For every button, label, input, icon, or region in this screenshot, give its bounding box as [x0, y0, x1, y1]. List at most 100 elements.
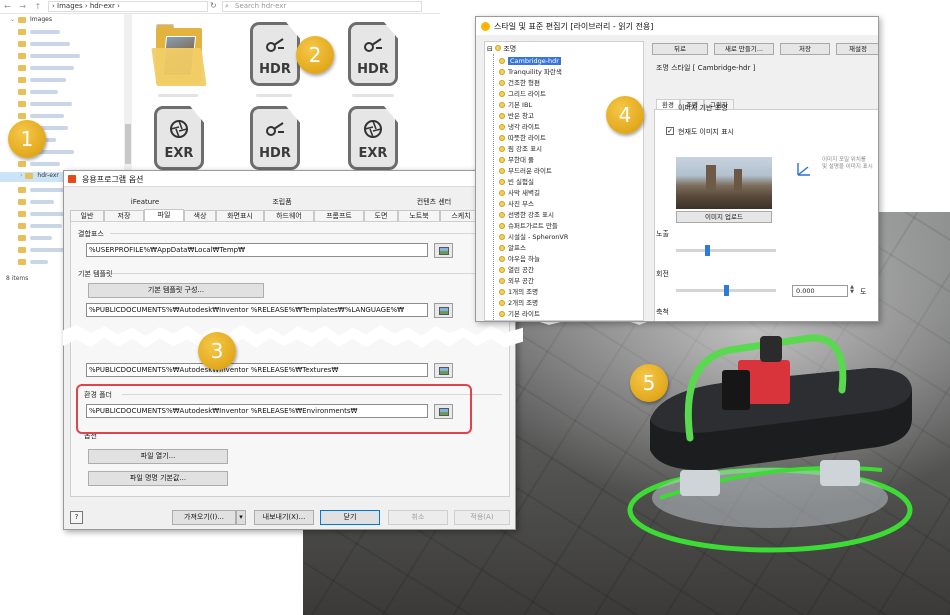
rotation-slider[interactable]: [676, 285, 776, 296]
lighting-style-item[interactable]: 따뜻한 라이트: [499, 133, 546, 143]
tree-item[interactable]: [18, 88, 58, 98]
tree-root-label: 조명: [503, 45, 517, 53]
bulb-icon: [499, 179, 505, 185]
hdr-file-icon[interactable]: HDR: [246, 106, 304, 172]
brightness-slider[interactable]: [676, 245, 776, 256]
rotation-value-field[interactable]: 0.000: [792, 285, 848, 297]
file-naming-defaults-button[interactable]: 파일 명명 기본값...: [88, 471, 228, 486]
tab-file[interactable]: 파일: [144, 209, 184, 221]
bulb-icon: [499, 168, 505, 174]
lighting-style-item[interactable]: 부드러운 라이트: [499, 166, 552, 176]
scrollbar-thumb[interactable]: [125, 124, 131, 164]
lighting-style-item[interactable]: 슈퍼트가르트 만들: [499, 221, 558, 231]
exr-file-icon[interactable]: EXR: [344, 106, 402, 172]
workspace-path-field[interactable]: %USERPROFILE%₩AppData₩Local₩Temp₩: [86, 243, 428, 257]
lighting-style-item[interactable]: Cambridge-hdr: [499, 56, 561, 66]
tree-item[interactable]: [18, 100, 72, 110]
step-marker-1: 1: [8, 120, 46, 158]
tab-general[interactable]: 일반: [70, 210, 104, 221]
tab-save[interactable]: 저장: [104, 210, 144, 221]
chevron-right-icon[interactable]: ›: [20, 172, 22, 179]
collapse-icon[interactable]: ⊟: [487, 45, 493, 53]
search-icon: ⌕: [225, 2, 229, 10]
lighting-style-item[interactable]: 사진 부스: [499, 199, 534, 209]
browse-folder-button[interactable]: [434, 243, 453, 258]
hdr-file-icon[interactable]: HDR: [344, 22, 402, 88]
lighting-style-item[interactable]: Tranquility 파란색: [499, 67, 562, 77]
tab-notebook[interactable]: 노트북: [398, 210, 440, 221]
tree-item[interactable]: [18, 258, 48, 268]
tab-display[interactable]: 화면표시: [216, 210, 264, 221]
tree-item[interactable]: [18, 246, 68, 256]
tree-item[interactable]: [18, 40, 70, 50]
tree-item[interactable]: [18, 76, 66, 86]
step-marker-2: 2: [296, 36, 334, 74]
lighting-style-item[interactable]: 1개의 조명: [499, 287, 538, 297]
tree-item[interactable]: [18, 64, 74, 74]
lighting-style-item[interactable]: 선명한 강조 표시: [499, 210, 554, 220]
close-button[interactable]: 닫기: [320, 510, 380, 525]
lighting-style-item[interactable]: 그리드 라이트: [499, 89, 546, 99]
tree-item[interactable]: [18, 234, 52, 244]
back-button[interactable]: 뒤로: [652, 43, 708, 55]
tab-drawing[interactable]: 도면: [364, 210, 398, 221]
tree-item-label: [30, 187, 66, 192]
lighting-style-item[interactable]: 기본 IBL: [499, 100, 532, 110]
address-path[interactable]: › Images › hdr-exr ›: [48, 1, 208, 12]
show-scene-image-checkbox[interactable]: ✓: [666, 127, 674, 135]
lighting-style-item[interactable]: 빈 실험실: [499, 177, 534, 187]
chevron-down-icon[interactable]: ⌄: [10, 16, 15, 23]
apply-button[interactable]: 적용(A): [454, 510, 510, 525]
tab-color[interactable]: 색상: [184, 210, 216, 221]
tree-item-images[interactable]: ⌄ Images: [10, 16, 52, 26]
export-button[interactable]: 내보내기(X)...: [254, 510, 314, 525]
lighting-style-item[interactable]: 기본 라이트: [499, 309, 540, 319]
save-button[interactable]: 저장: [780, 43, 830, 55]
lighting-style-item[interactable]: 림 강조 표시: [499, 144, 542, 154]
cancel-button[interactable]: 취소: [388, 510, 448, 525]
new-button[interactable]: 새로 만들기...: [714, 43, 774, 55]
lighting-style-item[interactable]: 시설실 - SpheronVR: [499, 232, 568, 242]
slider-knob[interactable]: [724, 285, 729, 296]
tree-item[interactable]: [18, 28, 60, 38]
slider-knob[interactable]: [705, 245, 710, 256]
textures-path-field[interactable]: %PUBLICDOCUMENTS%₩Autodesk₩Inventor %REL…: [86, 363, 428, 377]
import-dropdown-arrow[interactable]: ▾: [236, 510, 246, 525]
lighting-style-item[interactable]: 반은 창고: [499, 111, 534, 121]
tab-prompts[interactable]: 프롬프트: [314, 210, 364, 221]
file-open-options-button[interactable]: 파일 열기...: [88, 449, 228, 464]
lighting-style-item[interactable]: 외부 공간: [499, 276, 534, 286]
lighting-style-item[interactable]: 알프스: [499, 243, 526, 253]
tree-item[interactable]: [18, 52, 80, 62]
help-button[interactable]: ?: [70, 511, 83, 524]
lighting-style-item[interactable]: 야우음 하늘: [499, 254, 540, 264]
tree-item[interactable]: [18, 160, 60, 170]
tree-item[interactable]: [18, 186, 66, 196]
rotation-spinner-arrows[interactable]: ▲ ▼: [848, 285, 856, 297]
lighting-style-item[interactable]: 건조한 형편: [499, 78, 540, 88]
refresh-icon[interactable]: ↻: [210, 1, 217, 10]
browse-folder-button[interactable]: [434, 363, 453, 378]
tree-root[interactable]: ⊟ 조명: [487, 44, 516, 54]
browse-folder-button[interactable]: [434, 303, 453, 318]
lighting-style-item[interactable]: 사막 새벽길: [499, 188, 540, 198]
tree-item[interactable]: [18, 198, 54, 208]
templates-path-field[interactable]: %PUBLICDOCUMENTS%₩Autodesk₩Inventor %REL…: [86, 303, 428, 317]
search-input[interactable]: ⌕ Search hdr-exr: [222, 1, 422, 12]
lighting-style-item[interactable]: 냉각 라이트: [499, 122, 540, 132]
exr-file-icon[interactable]: EXR: [150, 106, 208, 172]
image-upload-button[interactable]: 이미지 업로드: [676, 211, 772, 223]
lighting-style-item[interactable]: 무한대 풀: [499, 155, 534, 165]
folder-thumbnail[interactable]: [151, 20, 208, 90]
lighting-style-item[interactable]: 열린 공간: [499, 265, 534, 275]
tab-assembly[interactable]: 조립품: [222, 197, 342, 208]
import-button[interactable]: 가져오기(I)...: [172, 510, 236, 525]
tab-hardware[interactable]: 하드웨어: [264, 210, 314, 221]
tab-ifeature[interactable]: iFeature: [70, 197, 220, 208]
bulb-icon: [495, 45, 502, 51]
reset-button[interactable]: 재설정: [836, 43, 878, 55]
lighting-style-item[interactable]: 2개의 조명: [499, 298, 538, 308]
configure-templates-button[interactable]: 기본 템플릿 구성...: [88, 283, 264, 298]
tree-item[interactable]: [18, 222, 62, 232]
back-forward-icon[interactable]: ← → ↑: [4, 2, 44, 11]
